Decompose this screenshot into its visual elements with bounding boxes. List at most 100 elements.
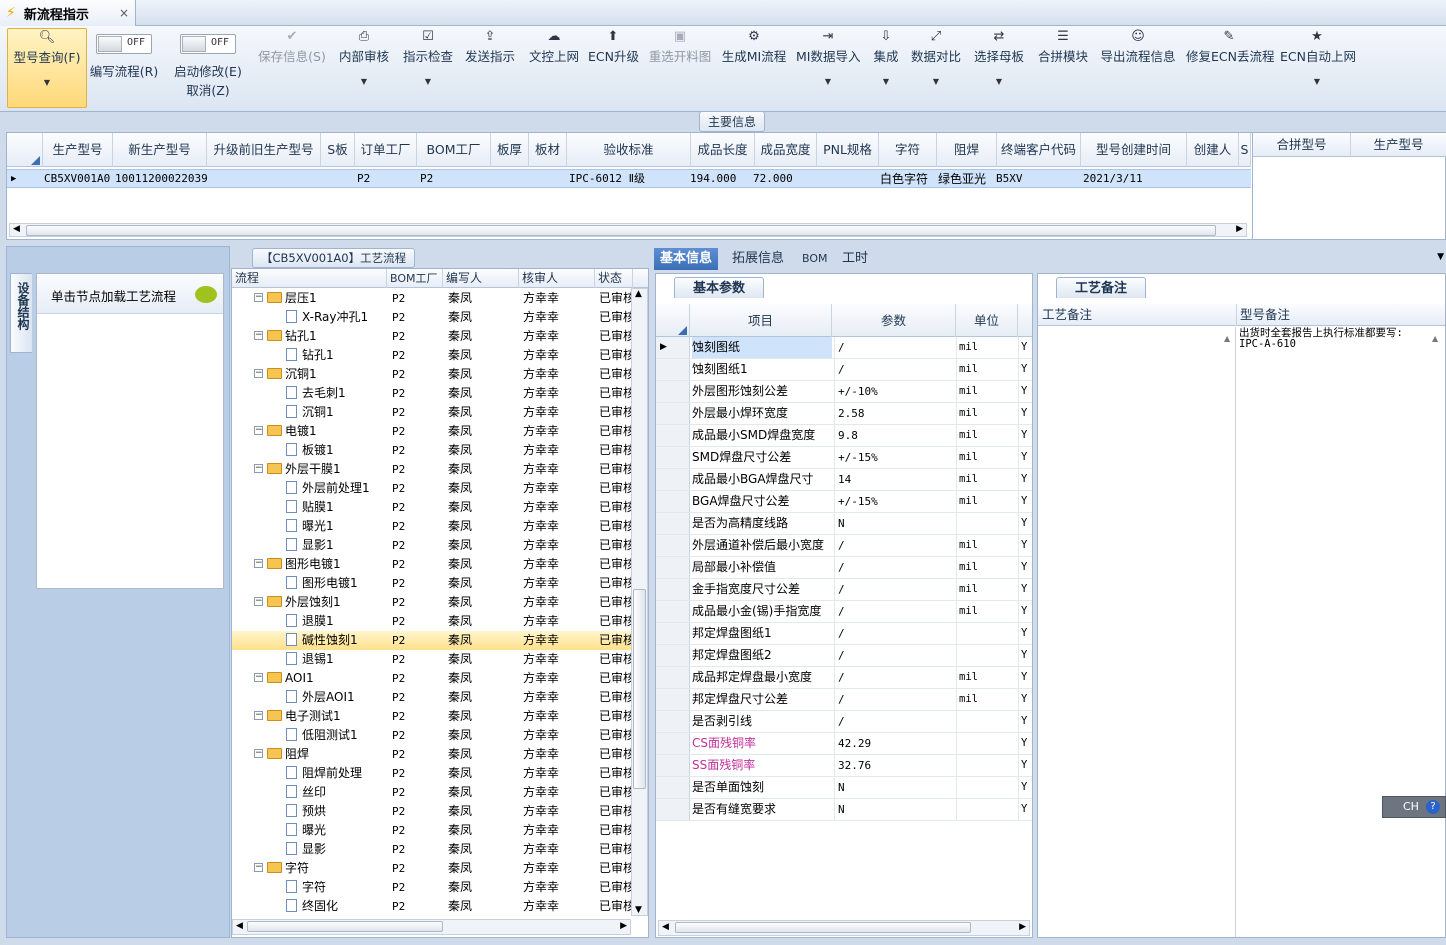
col-header[interactable]: 创建人 <box>1187 133 1239 167</box>
ime-indicator[interactable]: CH ? <box>1382 796 1446 818</box>
tree-node[interactable]: 沉铜1 <box>286 403 334 422</box>
generate-mi-flow-button[interactable]: ⚙ 生成MI流程 <box>720 28 788 108</box>
tree-row[interactable]: − 图形电镀1 P2 秦凤 方幸幸 已审核 <box>232 555 635 574</box>
scroll-left-icon[interactable]: ◀ <box>236 921 243 931</box>
tree-row[interactable]: − 外层干膜1 P2 秦凤 方幸幸 已审核 <box>232 460 635 479</box>
tab-work-hours[interactable]: 工时 <box>836 248 874 270</box>
process-note-textarea[interactable] <box>1038 327 1236 937</box>
cell-new-model[interactable]: 10011200022039 <box>115 170 208 188</box>
tree-row[interactable]: − AOI1 P2 秦凤 方幸幸 已审核 <box>232 669 635 688</box>
param-row[interactable]: 外层图形蚀刻公差 +/-10% mil Y <box>656 381 1032 403</box>
document-tab[interactable]: ⚡ 新流程指示 × <box>0 0 136 26</box>
save-info-button[interactable]: ✔ 保存信息(S) <box>256 28 328 108</box>
tree-row[interactable]: 曝光1 P2 秦凤 方幸幸 已审核 <box>232 517 635 536</box>
param-cell-param[interactable]: / <box>834 557 956 578</box>
col-header[interactable]: BOM工厂 <box>417 133 491 167</box>
param-cell-param[interactable]: 14 <box>834 469 956 490</box>
chevron-down-icon[interactable]: ▼ <box>908 77 964 86</box>
col-header[interactable]: 验收标准 <box>567 133 691 167</box>
param-row[interactable]: ▶ 蚀刻图纸 / mil Y <box>656 337 1032 359</box>
tree-node[interactable]: 预烘 <box>286 802 326 821</box>
write-flow-toggle[interactable]: OFF <box>96 34 152 54</box>
param-cell-param[interactable]: / <box>834 711 956 732</box>
tab-basic-params[interactable]: 基本参数 <box>674 277 765 298</box>
col-header[interactable]: 终端客户代码 <box>997 133 1081 167</box>
tree-row[interactable]: 外层AOI1 P2 秦凤 方幸幸 已审核 <box>232 688 635 707</box>
scroll-right-icon[interactable]: ▶ <box>1236 224 1243 234</box>
repair-ecn-flow-button[interactable]: ✎ 修复ECN丢流程 <box>1186 28 1274 108</box>
params-hscrollbar[interactable]: ◀ ▶ <box>658 920 1030 936</box>
param-cell-param[interactable]: / <box>834 337 956 358</box>
param-row[interactable]: 蚀刻图纸1 /mil Y <box>656 359 1032 381</box>
tree-row[interactable]: 丝印 P2 秦凤 方幸幸 已审核 <box>232 783 635 802</box>
help-icon[interactable]: ? <box>1426 800 1440 814</box>
chevron-down-icon[interactable]: ▼ <box>866 77 906 86</box>
cell-acceptance-standard[interactable]: IPC-6012 Ⅱ级 <box>569 170 645 188</box>
col-header[interactable]: 订单工厂 <box>355 133 417 167</box>
param-cell-param[interactable]: / <box>834 645 956 666</box>
col-header[interactable]: 成品宽度 <box>755 133 817 167</box>
collapse-icon[interactable]: − <box>254 863 263 872</box>
tree-node[interactable]: − 字符 <box>254 859 309 878</box>
tree-node[interactable]: − 电子测试1 <box>254 707 341 726</box>
param-row[interactable]: 邦定焊盘尺寸公差 / mil Y <box>656 689 1032 711</box>
col-header[interactable]: 核审人 <box>519 269 595 288</box>
doc-control-online-button[interactable]: ☁ 文控上网 <box>526 28 582 108</box>
tree-node[interactable]: 碱性蚀刻1 <box>286 631 358 650</box>
collapse-icon[interactable]: − <box>254 293 263 302</box>
scroll-right-icon[interactable]: ▶ <box>620 921 627 931</box>
cell-model[interactable]: CB5XV001A0 <box>44 170 110 188</box>
scroll-up-icon[interactable]: ▲ <box>1224 334 1230 343</box>
collapse-icon[interactable]: − <box>254 597 263 606</box>
tree-row[interactable]: 字符 P2 秦凤 方幸幸 已审核 <box>232 878 635 897</box>
collapse-icon[interactable]: − <box>254 331 263 340</box>
col-header[interactable]: 单位 <box>956 304 1018 337</box>
cell-customer-code[interactable]: B5XV <box>996 170 1023 188</box>
param-row[interactable]: SMD焊盘尺寸公差 +/-15% mil Y <box>656 447 1032 469</box>
table-row[interactable]: ▶ CB5XV001A0 10011200022039 P2 P2 IPC-60… <box>7 169 1251 188</box>
tree-row[interactable]: 钻孔1 P2 秦凤 方幸幸 已审核 <box>232 346 635 365</box>
param-row[interactable]: 成品最小金(锡)手指宽度 / mil Y <box>656 601 1032 623</box>
col-header[interactable]: S <box>1239 133 1251 167</box>
scroll-down-icon[interactable]: ▼ <box>635 905 642 915</box>
tab-basic-info[interactable]: 基本信息 <box>654 248 719 270</box>
side-tab-equipment[interactable]: 设备结构 <box>10 273 32 353</box>
scroll-thumb[interactable] <box>675 922 971 933</box>
tab-process-notes[interactable]: 工艺备注 <box>1056 277 1147 298</box>
param-row[interactable]: 是否剥引线 / Y <box>656 711 1032 733</box>
tree-node[interactable]: 曝光 <box>286 821 326 840</box>
tree-row[interactable]: 终固化 P2 秦凤 方幸幸 已审核 <box>232 897 635 916</box>
cell-width[interactable]: 72.000 <box>753 170 793 188</box>
tree-node[interactable]: X-Ray冲孔1 <box>286 308 368 327</box>
tree-node[interactable]: 显影 <box>286 840 326 859</box>
param-row[interactable]: SS面残铜率 32.76 Y <box>656 755 1032 777</box>
tree-row[interactable]: 低阻测试1 P2 秦凤 方幸幸 已审核 <box>232 726 635 745</box>
tree-row[interactable]: − 沉铜1 P2 秦凤 方幸幸 已审核 <box>232 365 635 384</box>
tree-row[interactable]: 外层前处理1 P2 秦凤 方幸幸 已审核 <box>232 479 635 498</box>
tree-row[interactable]: X-Ray冲孔1 P2 秦凤 方幸幸 已审核 <box>232 308 635 327</box>
tree-row[interactable]: 退锡1 P2 秦凤 方幸幸 已审核 <box>232 650 635 669</box>
scroll-left-icon[interactable]: ◀ <box>662 922 669 932</box>
scroll-up-icon[interactable]: ▲ <box>635 289 642 299</box>
chevron-down-icon[interactable]: ▼ <box>796 77 860 86</box>
tree-row[interactable]: 板镀1 P2 秦凤 方幸幸 已审核 <box>232 441 635 460</box>
tab-bom[interactable]: BOM <box>796 248 834 270</box>
param-row[interactable]: 是否有缝宽要求 N Y <box>656 799 1032 821</box>
tree-node[interactable]: − AOI1 <box>254 669 314 688</box>
tree-node[interactable]: 外层AOI1 <box>286 688 355 707</box>
chevron-down-icon[interactable]: ▼ <box>400 77 456 86</box>
cell-created-time[interactable]: 2021/3/11 <box>1083 170 1143 188</box>
tree-node[interactable]: 终固化 <box>286 897 338 916</box>
internal-review-button[interactable]: ⎙ 内部审核 ▼ <box>336 28 392 108</box>
scroll-thumb[interactable] <box>247 921 443 932</box>
col-header[interactable]: 合拼型号 <box>1253 133 1351 157</box>
col-header[interactable]: 参数 <box>832 304 956 337</box>
param-row[interactable]: 成品最小BGA焊盘尺寸 14 mil Y <box>656 469 1032 491</box>
param-cell-param[interactable]: / <box>834 535 956 556</box>
mi-data-import-button[interactable]: ⇥ MI数据导入 ▼ <box>796 28 860 108</box>
tree-row[interactable]: 碱性蚀刻1 P2 秦凤 方幸幸 已审核 <box>232 631 635 650</box>
tree-node[interactable]: − 外层蚀刻1 <box>254 593 341 612</box>
cell-solder-mask[interactable]: 绿色亚光 <box>938 170 986 188</box>
collapse-icon[interactable]: − <box>254 673 263 682</box>
col-header[interactable]: 板材 <box>529 133 567 167</box>
